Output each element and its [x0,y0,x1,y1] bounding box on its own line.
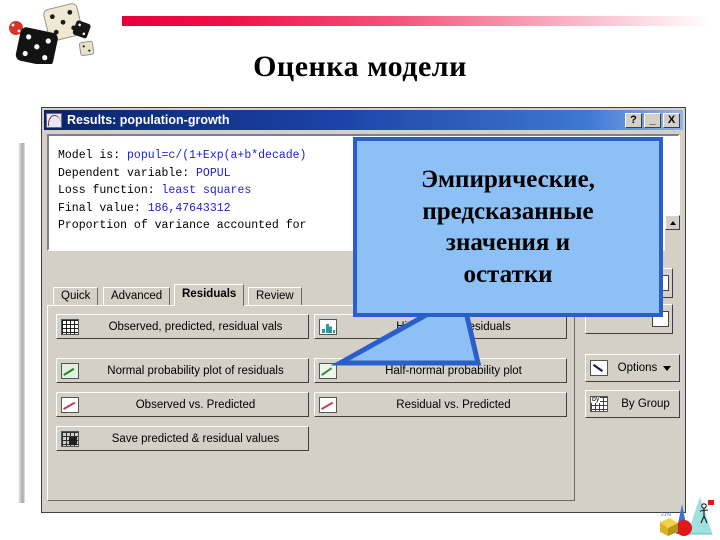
residual-vs-predicted-button[interactable]: Residual vs. Predicted [314,392,567,417]
histogram-icon [319,318,337,335]
observed-predicted-residual-label: Observed, predicted, residual vals [108,320,283,333]
options-arrow-icon [590,360,608,376]
callout-line-3: значения и [445,229,571,256]
normal-probability-plot-label: Normal probability plot of residuals [107,364,284,377]
by-group-label: By Group [621,398,670,410]
header-accent-bar [122,16,712,26]
callout-box: Эмпирические, предсказанные значения и о… [353,137,663,317]
options-button[interactable]: Options [585,354,680,382]
tab-residuals[interactable]: Residuals [174,284,245,306]
3d-shapes-clipart: 21% [660,496,714,536]
observed-vs-predicted-button[interactable]: Observed vs. Predicted [56,392,309,417]
close-button[interactable]: X [663,112,680,128]
scatter-plot-icon [61,396,79,413]
options-label: Options [617,362,658,374]
tab-advanced[interactable]: Advanced [103,287,171,306]
save-predicted-residual-button[interactable]: Save predicted & residual values [56,426,309,451]
tab-review[interactable]: Review [248,287,302,306]
residual-vs-predicted-label: Residual vs. Predicted [396,398,511,411]
normal-plot-icon [61,362,79,379]
by-group-icon [590,396,608,412]
normal-probability-plot-button[interactable]: Normal probability plot of residuals [56,358,309,383]
scatter-plot-icon-2 [319,396,337,413]
chevron-down-icon [663,365,671,371]
save-grid-icon [61,430,79,447]
by-group-button[interactable]: By Group [585,390,680,418]
callout-line-4: остатки [463,260,553,288]
callout-line-2: предсказанные [422,197,594,225]
page-title: Оценка модели [253,50,467,83]
dialog-titlebar[interactable]: Results: population-growth ? _ X [44,110,683,130]
left-edge-decoration [18,143,25,503]
half-normal-probability-plot-label: Half-normal probability plot [385,364,522,377]
dialog-title: Results: population-growth [67,113,230,127]
observed-predicted-residual-button[interactable]: Observed, predicted, residual vals [56,314,309,339]
titlebar-button-group: ? _ X [625,112,680,128]
scroll-up-icon[interactable] [665,215,680,230]
help-button[interactable]: ? [625,112,642,128]
observed-vs-predicted-label: Observed vs. Predicted [135,398,256,411]
callout-line-1: Эмпирические, [421,166,595,193]
save-predicted-residual-label: Save predicted & residual values [111,432,280,445]
slide-canvas: Оценка модели Results: population-growth… [0,0,720,540]
tab-quick[interactable]: Quick [53,287,99,306]
results-scrollbar[interactable] [665,215,680,251]
spreadsheet-grid-icon [61,318,79,335]
svg-text:21%: 21% [661,512,672,518]
minimize-button[interactable]: _ [644,112,661,128]
curve-app-icon [46,112,62,128]
